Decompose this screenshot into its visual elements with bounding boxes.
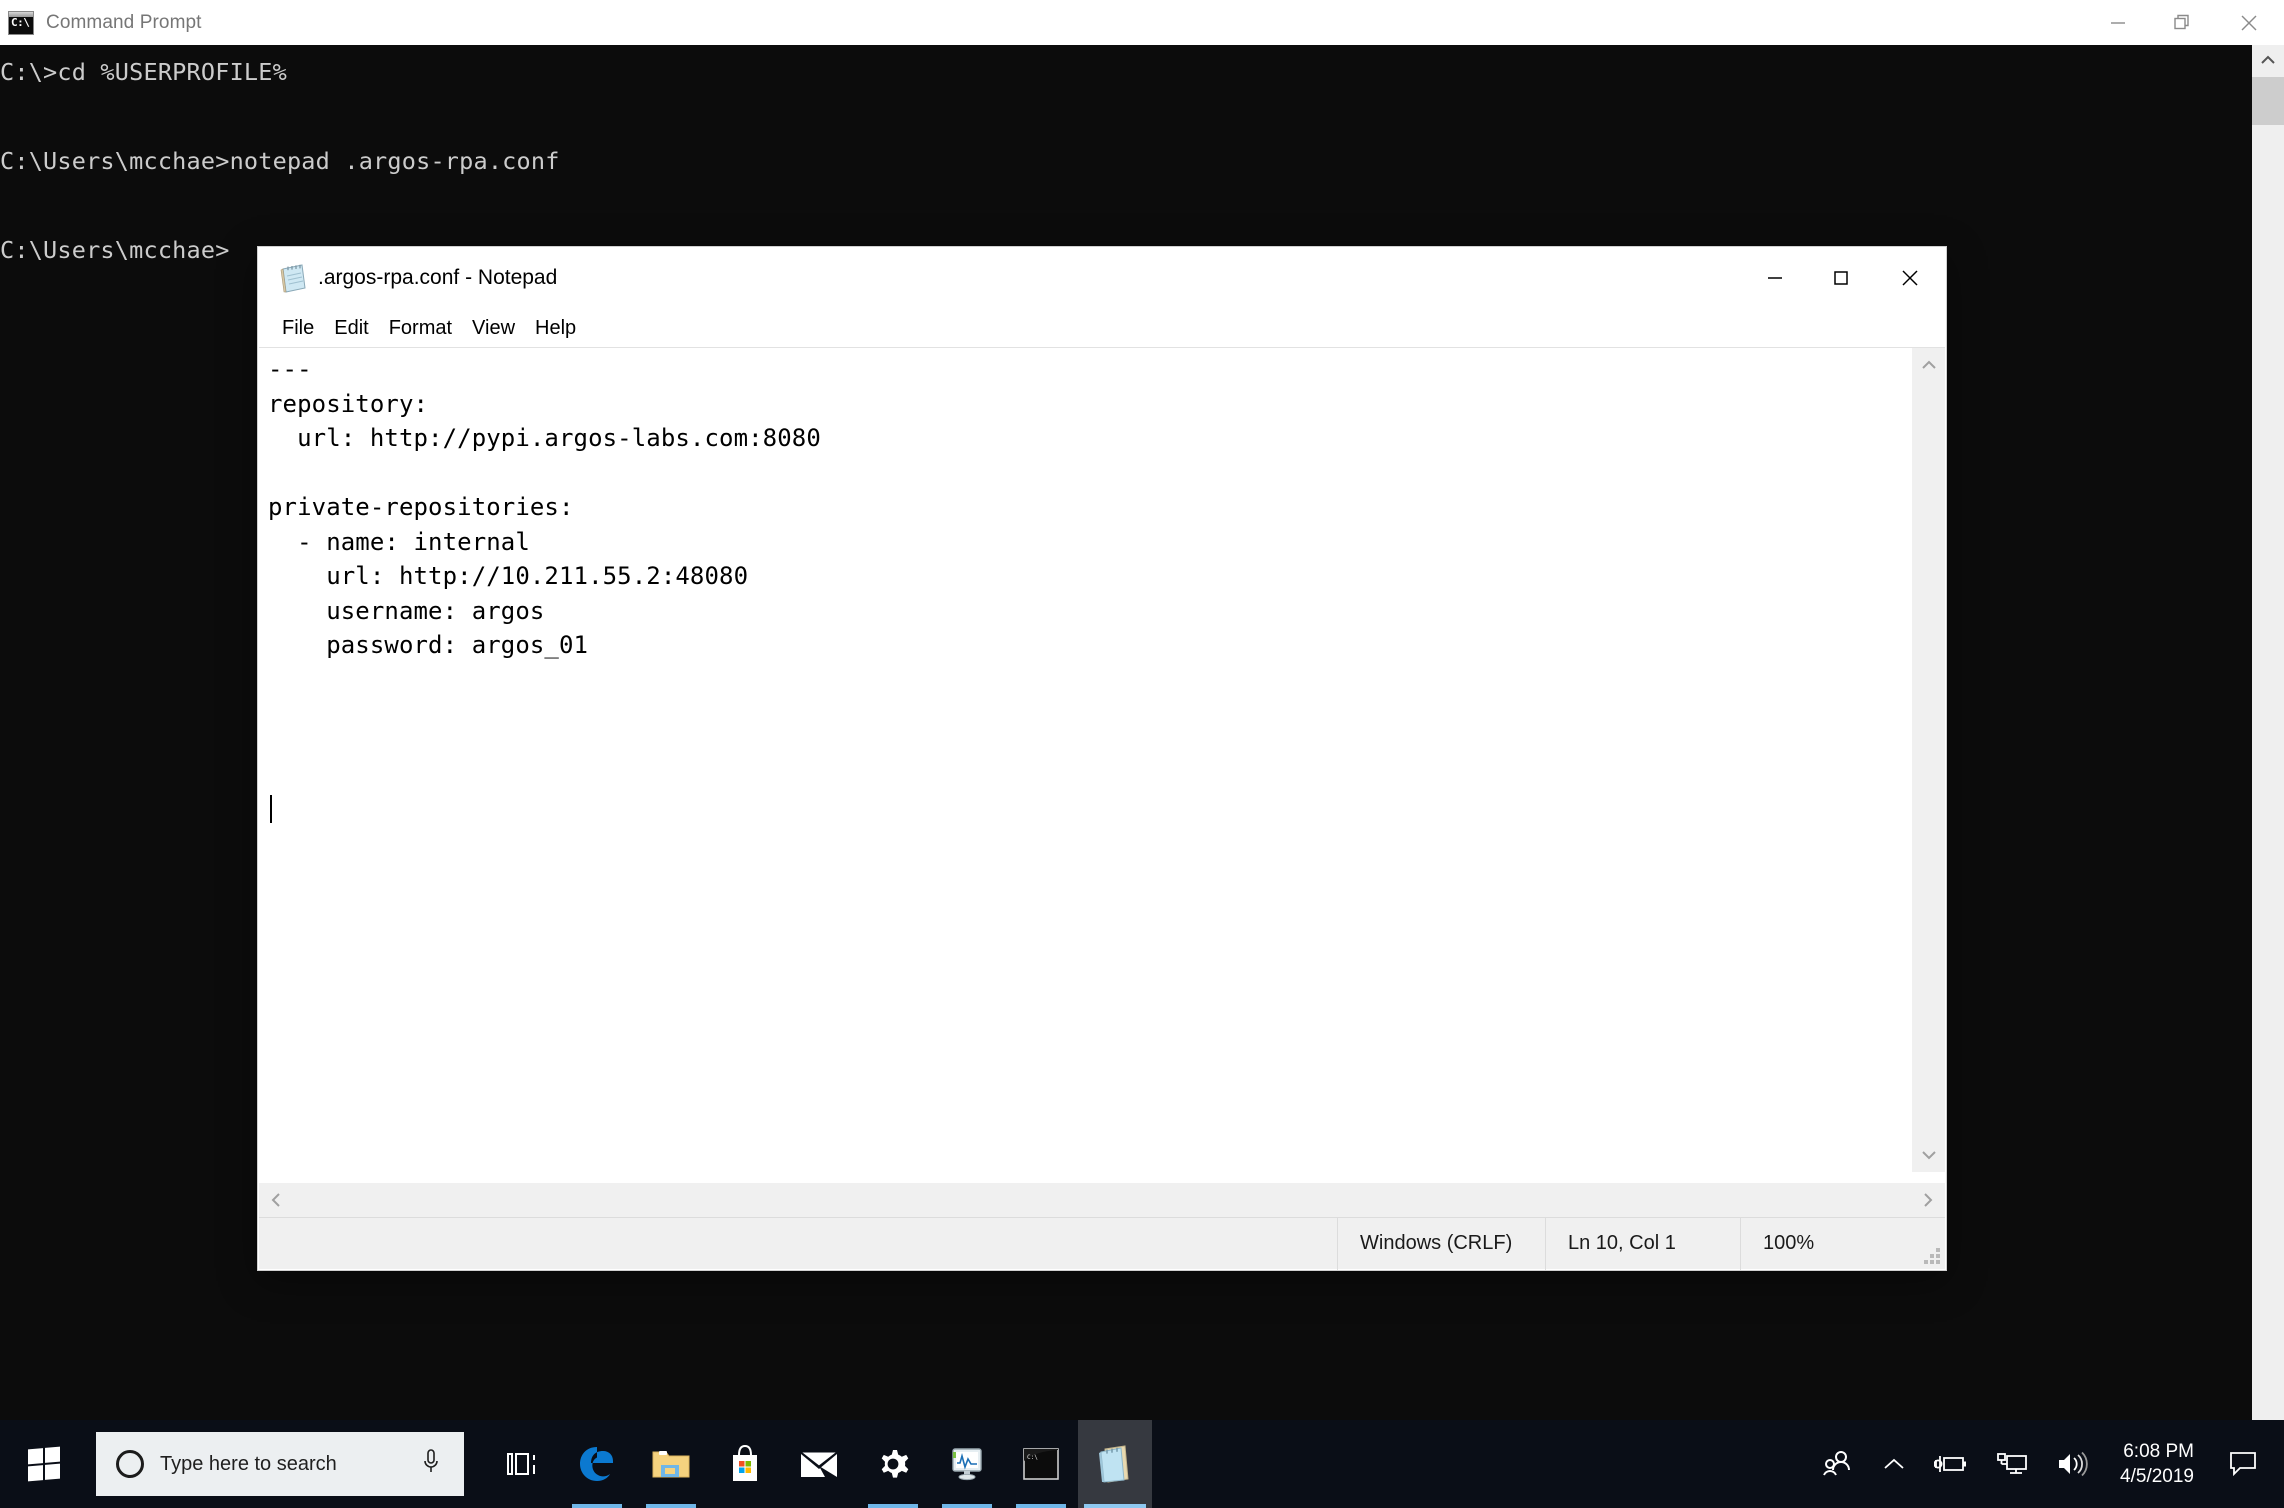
menu-item-file[interactable]: File <box>272 315 324 342</box>
notepad-close-button[interactable] <box>1874 247 1946 309</box>
notepad-titlebar[interactable]: .argos-rpa.conf - Notepad <box>258 247 1946 309</box>
task-manager-icon <box>952 1448 982 1481</box>
action-center-icon <box>2230 1452 2256 1477</box>
network-icon <box>1997 1453 2027 1474</box>
close-icon <box>2241 15 2257 30</box>
taskbar-app-icons: C:\ <box>486 1420 1152 1508</box>
chevron-up-icon <box>1884 1458 1904 1469</box>
notepad-horizontal-scrollbar[interactable] <box>259 1183 1945 1217</box>
scroll-right-icon[interactable] <box>1911 1183 1945 1217</box>
system-tray: 6:08 PM 4/5/2019 <box>1808 1420 2284 1508</box>
command-prompt-icon: C:\ <box>1023 1448 1059 1480</box>
minimize-icon <box>2111 21 2125 24</box>
cmd-minimize-button[interactable] <box>2086 0 2150 45</box>
scroll-down-icon[interactable] <box>1912 1138 1946 1172</box>
minimize-icon <box>1768 277 1782 279</box>
notepad-menubar: File Edit Format View Help <box>258 309 1946 347</box>
taskbar-item-task-manager[interactable] <box>930 1420 1004 1508</box>
cortana-circle-icon[interactable] <box>116 1450 144 1478</box>
tray-people-button[interactable] <box>1808 1420 1868 1508</box>
tray-action-center-button[interactable] <box>2212 1420 2284 1508</box>
taskbar-item-file-explorer[interactable] <box>634 1420 708 1508</box>
taskbar-item-microsoft-edge[interactable] <box>560 1420 634 1508</box>
notepad-icon <box>1099 1445 1129 1483</box>
taskbar-item-settings[interactable] <box>856 1420 930 1508</box>
command-prompt-icon: C:\ <box>8 10 34 35</box>
cmd-restore-button[interactable] <box>2150 0 2214 45</box>
statusbar-cursor-position: Ln 10, Col 1 <box>1545 1217 1740 1270</box>
notepad-text-area[interactable]: --- repository: url: http://pypi.argos-l… <box>259 347 1945 1172</box>
taskbar-item-mail[interactable] <box>782 1420 856 1508</box>
taskbar-search-box[interactable]: Type here to search <box>96 1432 464 1496</box>
taskbar-item-notepad[interactable] <box>1078 1420 1152 1508</box>
volume-icon <box>2059 1451 2088 1477</box>
command-prompt-window-controls <box>2086 0 2284 45</box>
resize-grip-icon[interactable] <box>1924 1248 1940 1264</box>
search-input[interactable]: Type here to search <box>160 1453 420 1476</box>
close-icon <box>1902 270 1918 286</box>
notepad-window[interactable]: .argos-rpa.conf - Notepad File Edit Form… <box>257 246 1947 1271</box>
tray-date: 4/5/2019 <box>2120 1466 2194 1487</box>
tray-network-button[interactable] <box>1982 1420 2042 1508</box>
notepad-vertical-scrollbar[interactable] <box>1911 348 1945 1172</box>
scroll-up-icon[interactable] <box>2252 45 2284 75</box>
svg-text:C:\: C:\ <box>1027 1454 1038 1461</box>
notepad-window-controls <box>1742 247 1946 309</box>
task-view-icon <box>507 1453 535 1475</box>
command-prompt-scrollbar[interactable] <box>2252 45 2284 1420</box>
command-prompt-titlebar[interactable]: C:\ Command Prompt <box>0 0 2284 45</box>
statusbar-spacer <box>259 1218 1337 1270</box>
maximize-icon <box>1834 271 1848 285</box>
scroll-left-icon[interactable] <box>259 1183 293 1217</box>
notepad-maximize-button[interactable] <box>1808 247 1874 309</box>
battery-charging-icon <box>1934 1456 1967 1472</box>
tray-time: 6:08 PM <box>2123 1441 2194 1462</box>
scrollbar-thumb[interactable] <box>2252 77 2284 125</box>
microphone-icon[interactable] <box>420 1448 442 1481</box>
cmd-close-button[interactable] <box>2214 0 2284 45</box>
windows-start-icon <box>28 1446 60 1482</box>
command-prompt-title: Command Prompt <box>46 11 202 33</box>
scroll-up-icon[interactable] <box>1912 348 1946 382</box>
windows-taskbar[interactable]: Type here to search C:\ 6:08 PM 4/5/2019 <box>0 1420 2284 1508</box>
settings-gear-icon <box>881 1450 909 1478</box>
notepad-icon <box>280 263 308 293</box>
file-explorer-icon <box>652 1451 690 1478</box>
tray-volume-button[interactable] <box>2042 1420 2102 1508</box>
statusbar-line-ending: Windows (CRLF) <box>1337 1217 1545 1270</box>
people-icon <box>1823 1451 1851 1476</box>
restore-icon <box>2174 14 2189 29</box>
mail-icon <box>799 1451 839 1477</box>
taskbar-item-command-prompt[interactable]: C:\ <box>1004 1420 1078 1508</box>
notepad-title: .argos-rpa.conf - Notepad <box>318 266 558 289</box>
command-prompt-icon-glyph: C:\ <box>11 15 30 29</box>
menu-item-edit[interactable]: Edit <box>324 315 378 342</box>
notepad-minimize-button[interactable] <box>1742 247 1808 309</box>
tray-battery-button[interactable] <box>1920 1420 1982 1508</box>
start-button[interactable] <box>0 1420 88 1508</box>
console-text: C:\>cd %USERPROFILE% C:\Users\mcchae>not… <box>0 58 560 264</box>
taskbar-item-microsoft-store[interactable] <box>708 1420 782 1508</box>
menu-item-view[interactable]: View <box>462 315 525 342</box>
menu-item-help[interactable]: Help <box>525 315 586 342</box>
text-caret <box>270 795 272 823</box>
taskbar-item-task-view[interactable] <box>486 1420 560 1508</box>
statusbar-zoom-level: 100% <box>1740 1217 1945 1270</box>
menu-item-format[interactable]: Format <box>379 315 462 342</box>
tray-clock[interactable]: 6:08 PM 4/5/2019 <box>2102 1420 2212 1508</box>
microsoft-edge-icon <box>580 1447 613 1481</box>
tray-show-hidden-icons-button[interactable] <box>1868 1420 1920 1508</box>
microsoft-store-icon <box>733 1444 757 1481</box>
notepad-statusbar: Windows (CRLF) Ln 10, Col 1 100% <box>259 1217 1945 1270</box>
document-text: --- repository: url: http://pypi.argos-l… <box>268 355 821 659</box>
